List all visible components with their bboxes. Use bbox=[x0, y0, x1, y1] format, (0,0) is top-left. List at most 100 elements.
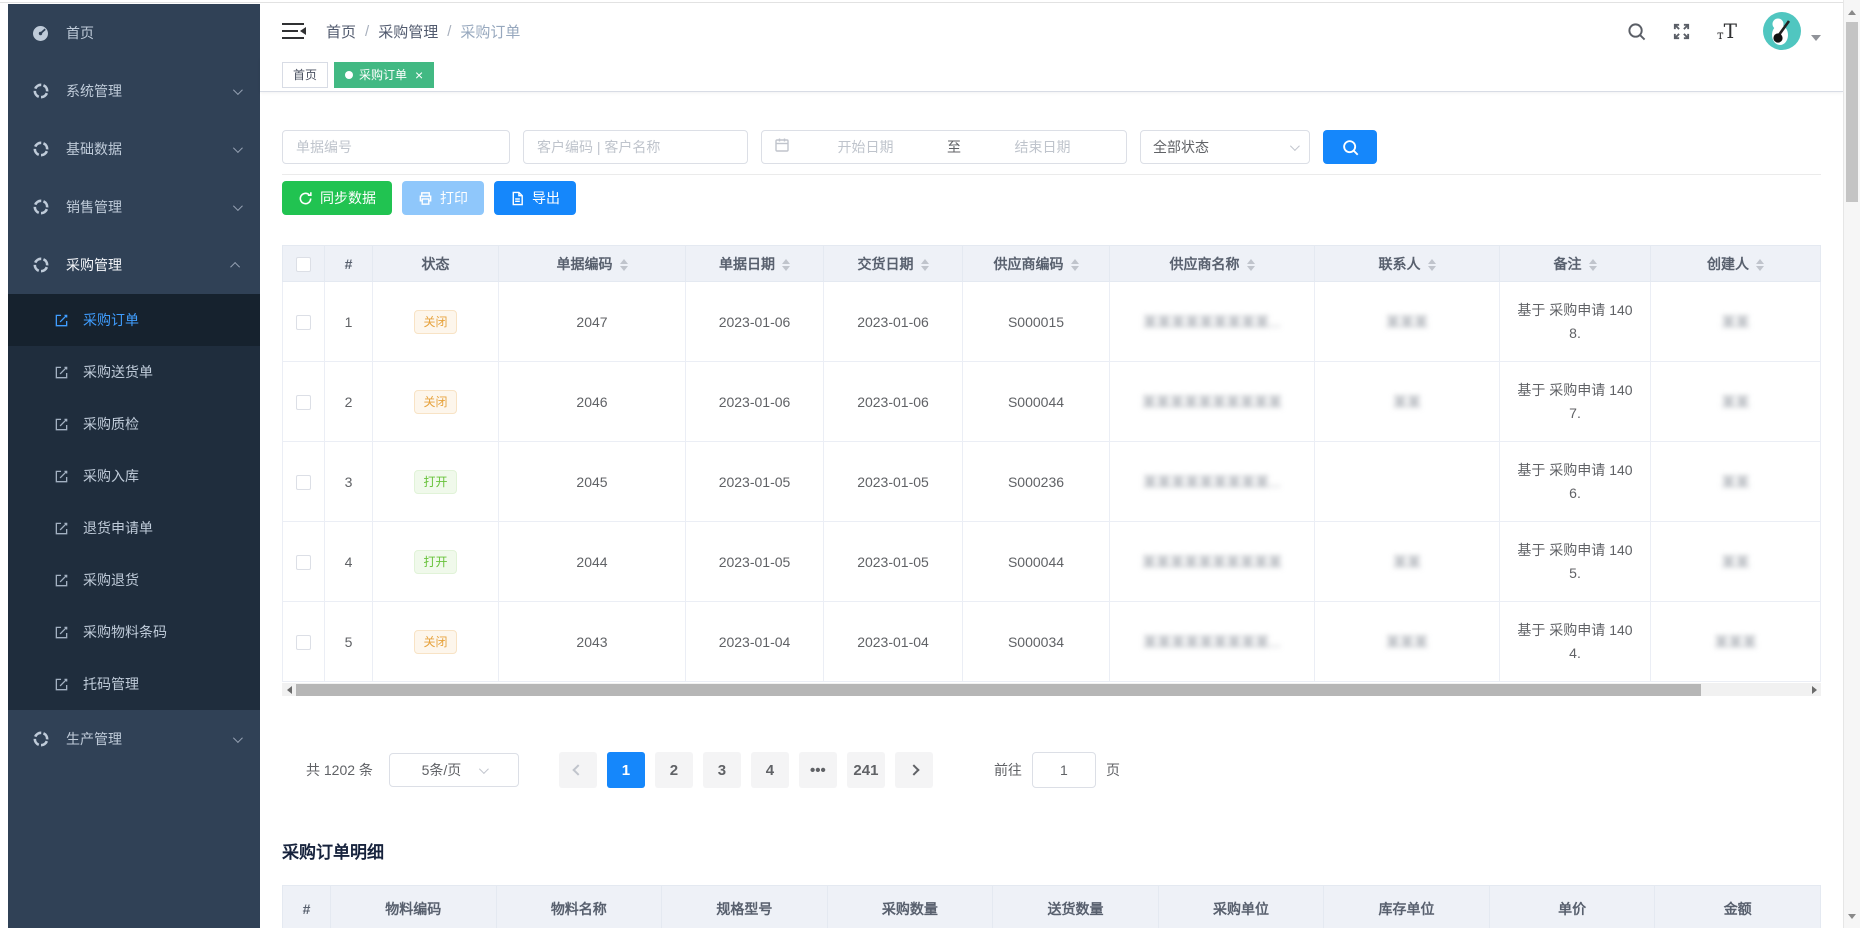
prev-page-button[interactable] bbox=[559, 752, 597, 788]
sidebar-item-purchase-return[interactable]: 采购退货 bbox=[8, 554, 260, 606]
avatar[interactable] bbox=[1763, 12, 1801, 50]
scroll-left-arrow-icon[interactable] bbox=[282, 686, 296, 694]
sort-icon[interactable] bbox=[1756, 259, 1764, 271]
col-header-supplier-code[interactable]: 供应商编码 bbox=[963, 246, 1110, 282]
sort-icon[interactable] bbox=[1247, 259, 1255, 271]
col-header-creator[interactable]: 创建人 bbox=[1651, 246, 1821, 282]
sidebar-item-purchase-order[interactable]: 采购订单 bbox=[8, 294, 260, 346]
col-header-remark[interactable]: 备注 bbox=[1500, 246, 1651, 282]
sidebar-item-sales[interactable]: 销售管理 bbox=[8, 178, 260, 236]
select-all-checkbox[interactable] bbox=[296, 257, 311, 272]
breadcrumb-home[interactable]: 首页 bbox=[326, 21, 356, 42]
sidebar-fold-icon[interactable] bbox=[282, 23, 306, 40]
table-row[interactable]: 4 打开 2044 2023-01-05 2023-01-05 S000044 … bbox=[283, 522, 1821, 602]
col-header-doc-date[interactable]: 单据日期 bbox=[686, 246, 824, 282]
page-button-2[interactable]: 2 bbox=[655, 752, 693, 788]
search-button[interactable] bbox=[1323, 130, 1377, 164]
delivery-date-cell: 2023-01-04 bbox=[824, 602, 963, 682]
caret-down-icon[interactable] bbox=[1811, 35, 1821, 41]
row-checkbox[interactable] bbox=[296, 475, 311, 490]
table-row[interactable]: 1 关闭 2047 2023-01-06 2023-01-06 S000015 … bbox=[283, 282, 1821, 362]
sidebar-item-label: 托码管理 bbox=[83, 674, 139, 694]
scroll-up-arrow-icon[interactable] bbox=[1844, 4, 1860, 20]
sort-icon[interactable] bbox=[1428, 259, 1436, 271]
export-button[interactable]: 导出 bbox=[494, 181, 576, 215]
tag-home[interactable]: 首页 bbox=[282, 62, 328, 88]
sidebar-item-purchase-delivery[interactable]: 采购送货单 bbox=[8, 346, 260, 398]
row-index: 2 bbox=[325, 362, 373, 442]
page-button-241[interactable]: 241 bbox=[847, 752, 885, 788]
page-vertical-scrollbar[interactable] bbox=[1843, 0, 1860, 928]
vertical-scrollbar-thumb[interactable] bbox=[1846, 22, 1858, 202]
col-header-doc-no[interactable]: 单据编码 bbox=[499, 246, 686, 282]
purchase-submenu: 采购订单 采购送货单 采购质检 采购入库 退货申请单 采购退货 bbox=[8, 294, 260, 710]
page-button-3[interactable]: 3 bbox=[703, 752, 741, 788]
row-checkbox[interactable] bbox=[296, 635, 311, 650]
row-index: 4 bbox=[325, 522, 373, 602]
row-checkbox[interactable] bbox=[296, 315, 311, 330]
doc-no-input[interactable] bbox=[282, 130, 510, 164]
scroll-right-arrow-icon[interactable] bbox=[1807, 686, 1821, 694]
table-row[interactable]: 2 关闭 2046 2023-01-06 2023-01-06 S000044 … bbox=[283, 362, 1821, 442]
document-icon bbox=[510, 191, 525, 206]
col-header-delivery-date[interactable]: 交货日期 bbox=[824, 246, 963, 282]
refresh-icon bbox=[298, 191, 313, 206]
close-icon[interactable]: × bbox=[415, 68, 423, 82]
supplier-name-cell: 某某某某某某某某某... bbox=[1110, 282, 1315, 362]
doc-date-cell: 2023-01-05 bbox=[686, 442, 824, 522]
sort-icon[interactable] bbox=[782, 259, 790, 271]
sort-icon[interactable] bbox=[1071, 259, 1079, 271]
tag-purchase-order[interactable]: 采购订单 × bbox=[334, 62, 434, 88]
sidebar-item-basedata[interactable]: 基础数据 bbox=[8, 120, 260, 178]
fullscreen-icon[interactable] bbox=[1672, 22, 1691, 41]
sort-icon[interactable] bbox=[921, 259, 929, 271]
page-button-4[interactable]: 4 bbox=[751, 752, 789, 788]
sort-icon[interactable] bbox=[1589, 259, 1597, 271]
search-icon[interactable] bbox=[1627, 22, 1646, 41]
breadcrumb-purchase[interactable]: 采购管理 bbox=[378, 21, 438, 42]
goto-page-input[interactable] bbox=[1032, 752, 1096, 788]
page-size-select[interactable]: 5条/页 bbox=[389, 753, 519, 787]
end-date-placeholder[interactable]: 结束日期 bbox=[971, 137, 1114, 157]
detail-col-spec: 规格型号 bbox=[662, 886, 828, 928]
col-header-supplier-name[interactable]: 供应商名称 bbox=[1110, 246, 1315, 282]
contact-cell bbox=[1315, 442, 1500, 522]
sidebar-item-return-request[interactable]: 退货申请单 bbox=[8, 502, 260, 554]
sort-icon[interactable] bbox=[620, 259, 628, 271]
sidebar-item-system[interactable]: 系统管理 bbox=[8, 62, 260, 120]
sync-data-button[interactable]: 同步数据 bbox=[282, 181, 392, 215]
delivery-date-cell: 2023-01-05 bbox=[824, 522, 963, 602]
sidebar-item-pallet-code[interactable]: 托码管理 bbox=[8, 658, 260, 710]
sidebar-item-purchase-qc[interactable]: 采购质检 bbox=[8, 398, 260, 450]
delivery-date-cell: 2023-01-05 bbox=[824, 442, 963, 522]
horizontal-scrollbar-track[interactable] bbox=[296, 684, 1807, 696]
sidebar-item-production[interactable]: 生产管理 bbox=[8, 710, 260, 768]
user-menu[interactable] bbox=[1763, 12, 1821, 50]
supplier-name-cell: 某某某某某某某某某... bbox=[1110, 442, 1315, 522]
date-range-picker[interactable]: 开始日期 至 结束日期 bbox=[761, 130, 1127, 164]
sidebar-item-purchase-inbound[interactable]: 采购入库 bbox=[8, 450, 260, 502]
sidebar-item-material-barcode[interactable]: 采购物料条码 bbox=[8, 606, 260, 658]
edit-icon bbox=[54, 417, 69, 432]
edit-icon bbox=[54, 469, 69, 484]
row-checkbox[interactable] bbox=[296, 395, 311, 410]
status-select[interactable]: 全部状态 bbox=[1140, 130, 1310, 164]
customer-input[interactable] bbox=[523, 130, 748, 164]
print-button[interactable]: 打印 bbox=[402, 181, 484, 215]
page-ellipsis[interactable]: ••• bbox=[799, 752, 837, 788]
start-date-placeholder[interactable]: 开始日期 bbox=[794, 137, 937, 157]
page-button-1[interactable]: 1 bbox=[607, 752, 645, 788]
sidebar-item-home[interactable]: 首页 bbox=[8, 4, 260, 62]
next-page-button[interactable] bbox=[895, 752, 933, 788]
col-header-contact[interactable]: 联系人 bbox=[1315, 246, 1500, 282]
table-row[interactable]: 5 关闭 2043 2023-01-04 2023-01-04 S000034 … bbox=[283, 602, 1821, 682]
scroll-down-arrow-icon[interactable] bbox=[1844, 908, 1860, 924]
detail-section-title: 采购订单明细 bbox=[282, 838, 1821, 863]
sidebar-item-purchase[interactable]: 采购管理 bbox=[8, 236, 260, 294]
horizontal-scrollbar-thumb[interactable] bbox=[296, 684, 1701, 696]
table-horizontal-scrollbar[interactable] bbox=[282, 683, 1821, 696]
font-size-icon[interactable]: тT bbox=[1717, 21, 1737, 41]
edit-icon bbox=[54, 677, 69, 692]
row-checkbox[interactable] bbox=[296, 555, 311, 570]
table-row[interactable]: 3 打开 2045 2023-01-05 2023-01-05 S000236 … bbox=[283, 442, 1821, 522]
